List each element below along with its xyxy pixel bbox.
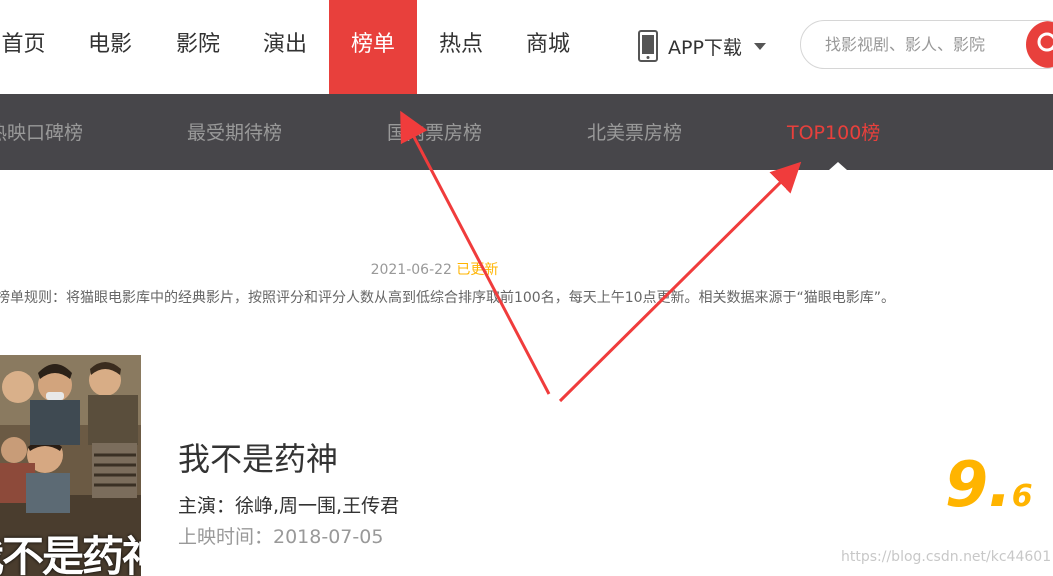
search-button[interactable]: [1026, 21, 1053, 68]
app-download-label: APP下载: [668, 36, 742, 59]
ranking-rule-text: 榜单规则：将猫眼电影库中的经典影片，按照评分和评分人数从高到低综合排序取前100…: [0, 290, 896, 306]
watermark: https://blog.csdn.net/kc44601: [841, 549, 1052, 565]
top-nav: 首页 电影 影院 演出 榜单 热点 商城 APP下载: [0, 0, 1053, 94]
score-fraction: 6: [1011, 479, 1033, 514]
active-tab-indicator: [829, 162, 847, 170]
tab-top100[interactable]: TOP100榜: [787, 94, 880, 170]
nav-item-home[interactable]: 首页: [0, 0, 47, 94]
tab-most-anticipated[interactable]: 最受期待榜: [187, 94, 282, 170]
movie-title[interactable]: 我不是药神: [178, 434, 338, 480]
tab-hot-reputation[interactable]: 热映口碑榜: [0, 94, 83, 170]
update-info: 2021-06-22 已更新: [0, 259, 869, 279]
movie-stars: 主演：徐峥,周一围,王传君: [178, 495, 400, 517]
nav-item-movies[interactable]: 电影: [84, 0, 136, 94]
chevron-down-icon: [753, 42, 766, 50]
tab-na-box-office[interactable]: 北美票房榜: [587, 94, 682, 170]
score-integer: 9.: [945, 448, 1012, 521]
movie-release-date: 上映时间：2018-07-05: [178, 526, 384, 548]
nav-item-hot[interactable]: 热点: [435, 0, 487, 94]
ranking-tabs: 热映口碑榜 最受期待榜 国内票房榜 北美票房榜 TOP100榜: [0, 94, 1053, 170]
update-date: 2021-06-22: [370, 262, 452, 278]
nav-item-mall[interactable]: 商城: [522, 0, 574, 94]
nav-item-rankings[interactable]: 榜单: [329, 0, 417, 94]
tab-domestic-box-office[interactable]: 国内票房榜: [387, 94, 482, 170]
mobile-phone-icon: [638, 30, 658, 62]
search-input[interactable]: [825, 21, 1025, 68]
arrow-to-top100: [558, 161, 802, 403]
movie-poster[interactable]: 我不是药神: [0, 355, 141, 576]
nav-item-shows[interactable]: 演出: [259, 0, 311, 94]
search-box: [800, 20, 1053, 69]
nav-item-cinemas[interactable]: 影院: [172, 0, 224, 94]
app-download-dropdown[interactable]: APP下载: [638, 28, 766, 64]
poster-title-text: 我不是药神: [0, 532, 141, 576]
search-icon: [1037, 32, 1053, 52]
update-status: 已更新: [456, 262, 499, 278]
movie-score: 9.6: [945, 448, 1033, 521]
